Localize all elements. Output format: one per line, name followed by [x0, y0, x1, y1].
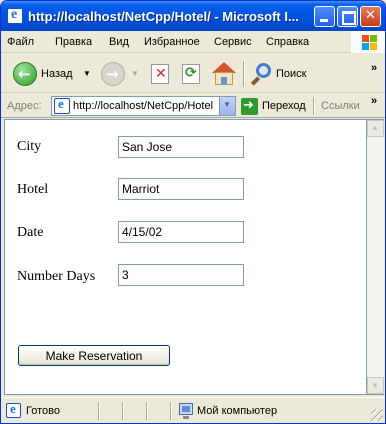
address-bar: Адрес: http://localhost/NetCpp/Hotel Пер…	[1, 94, 385, 118]
menu-file[interactable]: Файл	[7, 36, 34, 48]
minimize-button[interactable]	[314, 6, 335, 27]
search-icon[interactable]	[250, 63, 273, 86]
window-title: http://localhost/NetCpp/Hotel/ - Microso…	[28, 9, 299, 24]
vertical-scrollbar[interactable]	[367, 119, 384, 395]
close-button[interactable]	[360, 6, 381, 27]
city-input[interactable]	[118, 136, 244, 158]
status-text: Готово	[26, 405, 60, 417]
stop-icon[interactable]: ✕	[151, 64, 169, 84]
forward-history-dropdown-icon[interactable]: ▼	[131, 69, 139, 78]
address-dropdown-icon[interactable]	[219, 97, 235, 115]
address-label: Адрес:	[7, 100, 42, 112]
menu-tools[interactable]: Сервис	[214, 36, 252, 48]
home-icon[interactable]	[211, 62, 237, 86]
menu-help[interactable]: Справка	[266, 36, 309, 48]
status-separator	[146, 402, 148, 420]
scroll-down-icon[interactable]	[367, 377, 384, 394]
links-label[interactable]: Ссылки	[321, 100, 360, 112]
status-separator	[98, 402, 100, 420]
back-button-label[interactable]: Назад	[41, 68, 73, 80]
status-separator	[122, 402, 124, 420]
number-days-label: Number Days	[17, 269, 96, 284]
my-computer-icon	[179, 403, 193, 419]
back-history-dropdown-icon[interactable]: ▼	[83, 69, 91, 78]
menu-bar: Файл Правка Вид Избранное Сервис Справка	[1, 31, 385, 53]
browser-window: http://localhost/NetCpp/Hotel/ - Microso…	[0, 0, 386, 424]
date-label: Date	[17, 225, 44, 240]
make-reservation-button[interactable]: Make Reservation	[18, 345, 170, 366]
address-separator	[313, 97, 315, 115]
hotel-input[interactable]	[118, 178, 244, 200]
zone-text: Мой компьютер	[197, 405, 278, 417]
links-more-icon[interactable]: »	[371, 95, 377, 107]
windows-logo-icon	[351, 31, 385, 53]
toolbar-more-icon[interactable]: »	[371, 62, 377, 74]
forward-icon[interactable]: →	[101, 62, 125, 86]
status-separator	[170, 402, 172, 420]
menu-favorites[interactable]: Избранное	[144, 36, 200, 48]
address-url[interactable]: http://localhost/NetCpp/Hotel	[73, 100, 218, 112]
toolbar-separator	[243, 61, 245, 87]
scroll-up-icon[interactable]	[367, 120, 384, 137]
go-arrow-icon[interactable]	[241, 97, 258, 115]
page-icon	[54, 96, 70, 114]
back-icon[interactable]: ←	[13, 62, 37, 86]
page-content: City Hotel Date Number Days Make Reserva…	[4, 119, 367, 395]
ie-icon	[7, 7, 23, 24]
search-button-label[interactable]: Поиск	[276, 68, 306, 80]
date-input[interactable]	[118, 221, 244, 243]
city-label: City	[17, 139, 42, 154]
title-bar[interactable]: http://localhost/NetCpp/Hotel/ - Microso…	[1, 1, 385, 31]
refresh-icon[interactable]: ⟳	[182, 64, 200, 84]
address-field[interactable]: http://localhost/NetCpp/Hotel	[51, 96, 236, 116]
resize-grip[interactable]	[371, 409, 383, 421]
hotel-label: Hotel	[17, 182, 49, 197]
go-button-label[interactable]: Переход	[262, 100, 306, 112]
toolbar: ← Назад ▼ → ▼ ✕ ⟳ Поиск »	[1, 53, 385, 93]
menu-view[interactable]: Вид	[109, 36, 129, 48]
menu-edit[interactable]: Правка	[55, 36, 92, 48]
status-page-icon: e	[6, 401, 21, 418]
number-days-input[interactable]	[118, 264, 244, 286]
maximize-button[interactable]	[337, 6, 358, 27]
status-bar: e Готово Мой компьютер	[1, 397, 385, 423]
